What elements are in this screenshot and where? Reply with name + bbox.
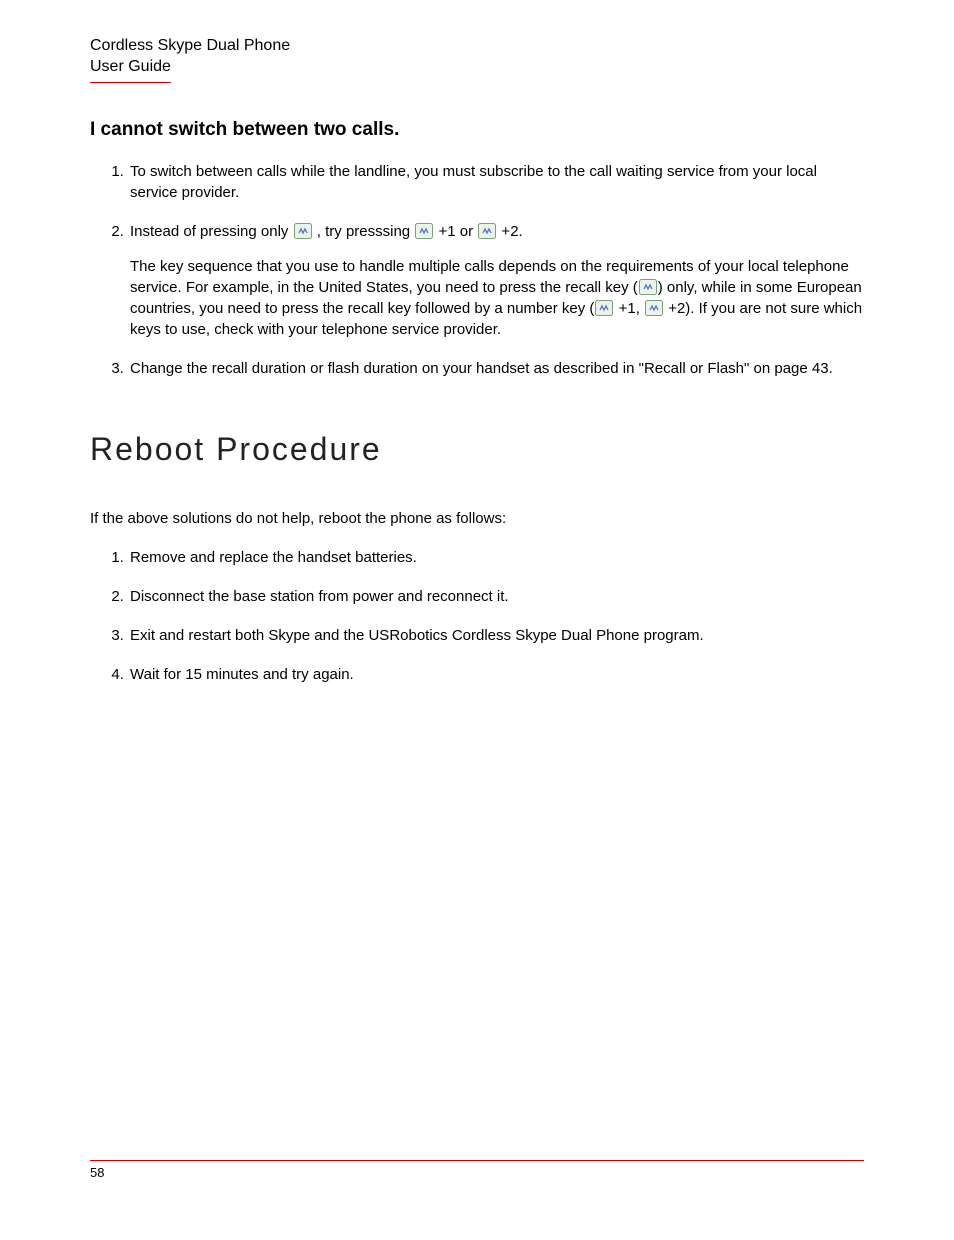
reboot-intro: If the above solutions do not help, rebo… xyxy=(90,508,864,529)
list-item: Change the recall duration or flash dura… xyxy=(128,358,864,379)
list-item-text: Wait for 15 minutes and try again. xyxy=(130,666,354,683)
list-item-text: Disconnect the base station from power a… xyxy=(130,588,509,605)
recall-key-icon xyxy=(294,223,312,239)
text-fragment: +1, xyxy=(614,300,644,317)
list-item-para: The key sequence that you use to handle … xyxy=(130,256,864,340)
doc-title-line1: Cordless Skype Dual Phone xyxy=(90,36,310,57)
text-fragment: Instead of pressing only xyxy=(130,223,293,240)
recall-key-icon xyxy=(415,223,433,239)
list-item: Exit and restart both Skype and the USRo… xyxy=(128,625,864,646)
list-item: Remove and replace the handset batteries… xyxy=(128,547,864,568)
page-footer: 58 xyxy=(90,1160,864,1180)
troubleshoot-list: To switch between calls while the landli… xyxy=(90,161,864,379)
running-header: Cordless Skype Dual Phone User Guide xyxy=(90,36,310,83)
section-heading-cannot-switch: I cannot switch between two calls. xyxy=(90,119,864,141)
reboot-steps-list: Remove and replace the handset batteries… xyxy=(90,547,864,685)
recall-key-icon xyxy=(478,223,496,239)
text-fragment: +1 or xyxy=(434,223,477,240)
text-fragment: +2. xyxy=(497,223,522,240)
list-item-text: Exit and restart both Skype and the USRo… xyxy=(130,627,704,644)
page: Cordless Skype Dual Phone User Guide I c… xyxy=(0,0,954,1240)
text-fragment: , try presssing xyxy=(313,223,415,240)
list-item: Disconnect the base station from power a… xyxy=(128,586,864,607)
list-item: To switch between calls while the landli… xyxy=(128,161,864,203)
recall-key-icon xyxy=(645,300,663,316)
section-heading-reboot: Reboot Procedure xyxy=(90,431,864,468)
list-item: Instead of pressing only , try presssing… xyxy=(128,221,864,340)
doc-title-line2: User Guide xyxy=(90,57,171,83)
list-item-text: To switch between calls while the landli… xyxy=(130,163,817,201)
list-item-text: Remove and replace the handset batteries… xyxy=(130,549,417,566)
recall-key-icon xyxy=(595,300,613,316)
page-number: 58 xyxy=(90,1165,104,1180)
recall-key-icon xyxy=(639,279,657,295)
list-item: Wait for 15 minutes and try again. xyxy=(128,664,864,685)
list-item-text: Change the recall duration or flash dura… xyxy=(130,360,833,377)
